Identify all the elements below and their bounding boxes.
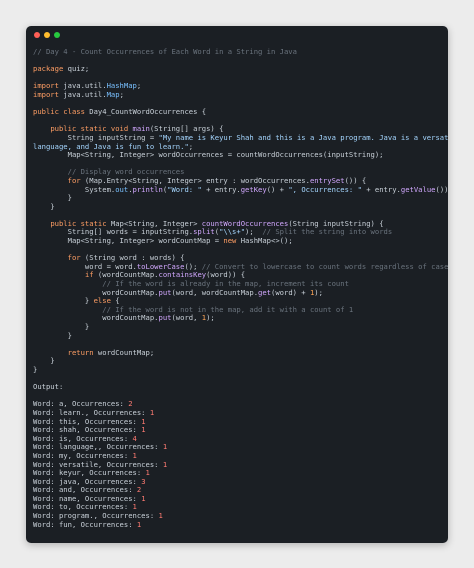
code-line: import java.util.Map;	[33, 89, 442, 100]
code-line: }	[33, 322, 442, 332]
code-token: ());	[435, 184, 449, 194]
code-token: 1	[158, 511, 163, 521]
code-line: Output:	[33, 382, 442, 392]
code-token: put	[158, 313, 172, 323]
code-token: Output:	[33, 382, 64, 392]
code-token: 1	[136, 519, 142, 529]
code-token: "My name is Keyur Shah and this is a Jav…	[158, 132, 449, 142]
code-token: + entry.	[201, 184, 241, 194]
code-token: 3	[141, 476, 146, 486]
code-token: 1	[149, 407, 155, 417]
code-line: public class Day4_CountWordOccurrences {	[33, 107, 442, 117]
code-token: getValue	[400, 184, 436, 194]
code-token: "Word: "	[167, 184, 202, 194]
code-token: 1	[162, 459, 168, 469]
maximize-button[interactable]	[54, 32, 60, 38]
code-block: // Day 4 - Count Occurrences of Each Wor…	[33, 47, 448, 530]
code-token: out	[115, 184, 129, 194]
code-line: }	[33, 357, 442, 366]
code-token: println	[132, 184, 163, 194]
code-token: // Day 4 - Count Occurrences of Each Wor…	[33, 47, 297, 56]
code-line: Map<String, Integer> wordCountMap = new …	[33, 236, 442, 246]
code-token: return	[67, 347, 94, 357]
code-token: (word) +	[271, 287, 310, 297]
code-line: Word: fun, Occurrences: 1	[33, 519, 442, 530]
code-line: System.out.println("Word: " + entry.getK…	[33, 184, 448, 195]
code-token: HashMap<>();	[236, 236, 293, 246]
code-line: Map<String, Integer> wordOccurrences = c…	[33, 150, 442, 160]
code-token: () +	[266, 184, 289, 194]
code-token: ;	[119, 89, 124, 99]
code-token: wordCountMap;	[93, 347, 155, 357]
code-line: package quiz;	[33, 64, 442, 74]
code-line: return wordCountMap;	[33, 347, 442, 358]
code-line: }	[33, 330, 442, 341]
close-button[interactable]	[34, 32, 40, 38]
code-token: 1	[141, 493, 146, 503]
code-token: Word: fun, Occurrences:	[33, 519, 137, 529]
code-token: + entry.	[361, 184, 401, 194]
code-token: (word,	[171, 313, 202, 323]
code-line: wordCountMap.put(word, 1);	[33, 314, 442, 323]
code-line: }	[33, 193, 442, 203]
code-token: );	[314, 287, 323, 297]
code-line: // Day 4 - Count Occurrences of Each Wor…	[33, 47, 442, 57]
code-token: getKey	[240, 184, 267, 194]
code-line: }	[33, 202, 442, 212]
code-token: Map	[106, 89, 120, 99]
code-line: }	[33, 364, 442, 375]
code-token: }	[33, 364, 38, 374]
code-token: }	[33, 330, 72, 340]
code-token: quiz;	[63, 64, 90, 74]
code-token: new	[223, 236, 237, 246]
minimize-button[interactable]	[44, 32, 50, 38]
code-token: Day4_CountWordOccurrences {	[84, 107, 207, 117]
code-token: put	[158, 287, 172, 297]
code-token: );	[206, 313, 215, 323]
code-token: package	[33, 64, 64, 74]
code-token: 1	[162, 442, 168, 452]
window-titlebar	[26, 26, 448, 44]
code-token: (word, wordCountMap.	[171, 287, 259, 297]
code-token: Map<String, Integer> wordOccurrences = c…	[33, 150, 384, 160]
code-token: ", Occurrences: "	[288, 184, 362, 194]
code-token: import	[33, 89, 59, 99]
code-token: public class	[33, 107, 85, 117]
code-token: Map<String, Integer> wordCountMap =	[33, 236, 224, 246]
code-token: get	[258, 287, 272, 297]
code-token: 1	[145, 468, 150, 478]
code-token: java.util.	[58, 89, 107, 99]
code-token: ;	[136, 81, 142, 91]
code-token: 1	[141, 425, 146, 435]
code-window: // Day 4 - Count Occurrences of Each Wor…	[26, 26, 448, 543]
